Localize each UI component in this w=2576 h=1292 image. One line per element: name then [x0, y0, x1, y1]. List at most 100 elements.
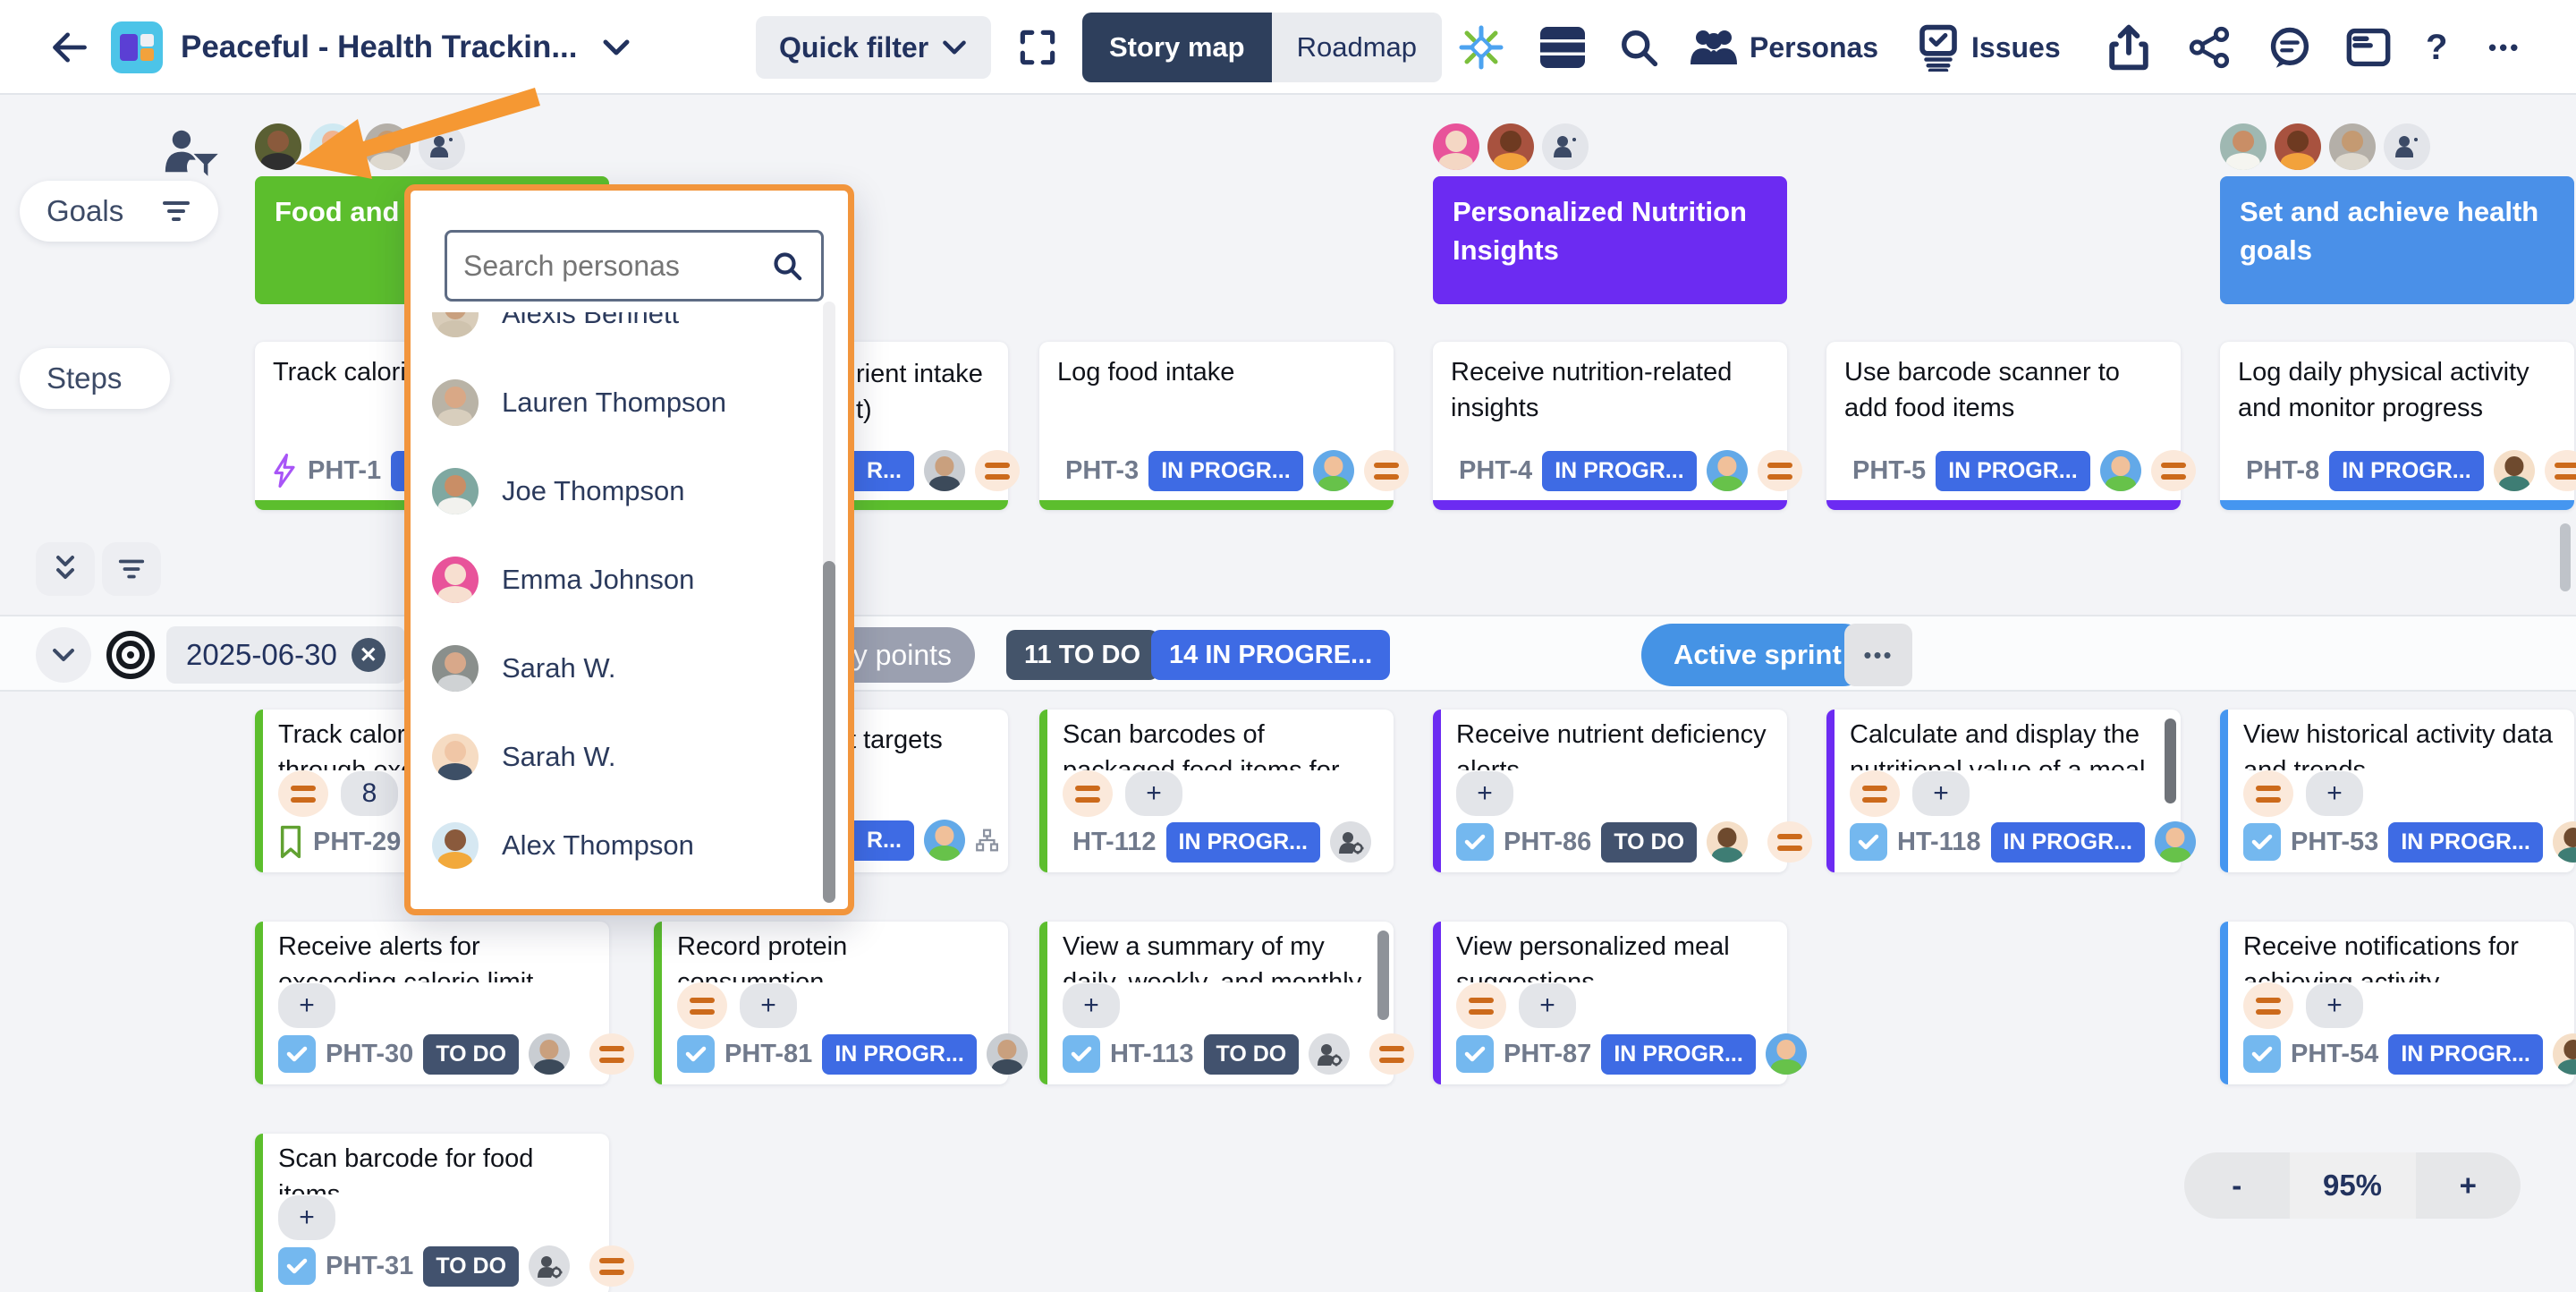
export-button[interactable]	[2107, 0, 2150, 95]
add-persona-button[interactable]	[2384, 123, 2430, 170]
story-card[interactable]: Scan barcode for food items + PHT-31 TO …	[255, 1134, 609, 1292]
story-card[interactable]: Receive nutrient deficiency alerts + PHT…	[1433, 710, 1787, 872]
persona-option[interactable]: Alex Thompson	[432, 801, 808, 889]
add-chip[interactable]: +	[1456, 771, 1513, 816]
tab-roadmap[interactable]: Roadmap	[1272, 13, 1442, 82]
add-chip[interactable]: +	[740, 983, 797, 1028]
tab-story-map[interactable]: Story map	[1082, 13, 1272, 82]
assignee-avatar[interactable]	[2155, 821, 2196, 863]
persona-option[interactable]: Sarah W.	[432, 624, 808, 712]
status-badge[interactable]: R...	[854, 451, 914, 491]
persona-search-input[interactable]	[463, 250, 760, 283]
card-scrollbar[interactable]	[2165, 718, 2176, 803]
story-points-chip[interactable]: 8	[341, 771, 398, 816]
persona-option[interactable]: Joe Thompson	[432, 446, 808, 535]
add-chip[interactable]: +	[1912, 771, 1970, 816]
fullscreen-button[interactable]	[1015, 0, 1060, 95]
status-badge[interactable]: IN PROGR...	[2388, 1034, 2542, 1075]
add-persona-button[interactable]	[1542, 123, 1589, 170]
status-badge[interactable]: IN PROGR...	[1542, 451, 1696, 491]
add-chip[interactable]: +	[278, 1195, 335, 1240]
persona-assign-icon[interactable]	[1330, 821, 1371, 863]
persona-option[interactable]: Emma Johnson	[432, 535, 808, 624]
status-badge[interactable]: TO DO	[1204, 1034, 1300, 1075]
payments-button[interactable]	[2345, 0, 2392, 95]
active-sprint-button[interactable]: Active sprint	[1641, 624, 1874, 686]
status-badge[interactable]: IN PROGR...	[1936, 451, 2089, 491]
sprint-more-button[interactable]: •••	[1844, 624, 1912, 686]
search-button[interactable]	[1615, 0, 1662, 95]
story-card[interactable]: Scan barcodes of packaged food items for…	[1039, 710, 1394, 872]
back-button[interactable]	[47, 0, 93, 95]
assignee-avatar[interactable]	[987, 1033, 1028, 1075]
persona-assign-icon[interactable]	[1309, 1033, 1350, 1075]
avatar[interactable]	[1433, 123, 1479, 170]
step-card[interactable]: Use barcode scanner to add food items PH…	[1826, 342, 2181, 510]
assignee-avatar[interactable]	[2494, 450, 2535, 491]
popup-scrollbar-thumb[interactable]	[823, 561, 835, 903]
step-card[interactable]: Receive nutrition-related insights PHT-4…	[1433, 342, 1787, 510]
issues-button[interactable]: Issues	[1916, 0, 2061, 95]
card-scrollbar[interactable]	[1377, 931, 1389, 1020]
goal-card[interactable]: Set and achieve health goals	[2220, 176, 2574, 304]
share-button[interactable]	[2188, 0, 2233, 95]
persona-search[interactable]	[445, 230, 824, 302]
add-chip[interactable]: +	[2306, 983, 2363, 1028]
zoom-out-button[interactable]: -	[2184, 1152, 2290, 1219]
help-button[interactable]: ?	[2426, 0, 2447, 95]
persona-assign-icon[interactable]	[529, 1245, 570, 1287]
persona-option[interactable]: Sarah W.	[432, 712, 808, 801]
status-badge[interactable]: IN PROGR...	[1991, 822, 2145, 863]
steps-row-label[interactable]: Steps	[20, 348, 170, 409]
clear-date-icon[interactable]: ✕	[352, 638, 386, 672]
filter-button[interactable]	[102, 542, 161, 596]
quick-filter-button[interactable]: Quick filter	[756, 0, 991, 95]
story-card[interactable]: View a summary of my daily, weekly, and …	[1039, 922, 1394, 1084]
status-badge[interactable]: IN PROGR...	[2388, 822, 2542, 863]
step-card[interactable]: Log daily physical activity and monitor …	[2220, 342, 2574, 510]
add-chip[interactable]: +	[1063, 983, 1120, 1028]
add-chip[interactable]: +	[2306, 771, 2363, 816]
assignee-avatar[interactable]	[2553, 1033, 2576, 1075]
sprint-collapse-button[interactable]	[36, 627, 91, 683]
status-badge[interactable]: IN PROGR...	[1601, 1034, 1755, 1075]
ai-sparkle-button[interactable]	[1456, 0, 1506, 95]
add-chip[interactable]: +	[1519, 983, 1576, 1028]
avatar[interactable]	[2220, 123, 2267, 170]
story-card[interactable]: Receive notifications for achieving acti…	[2220, 922, 2574, 1084]
assignee-avatar[interactable]	[1766, 1033, 1807, 1075]
avatar[interactable]	[2275, 123, 2321, 170]
more-menu-button[interactable]: •••	[2488, 0, 2521, 95]
assignee-avatar[interactable]	[2553, 821, 2576, 863]
add-chip[interactable]: +	[1125, 771, 1182, 816]
story-card[interactable]: Record protein consumption + PHT-81 IN P…	[654, 922, 1008, 1084]
sprint-goal-icon[interactable]	[106, 630, 156, 680]
assignee-avatar[interactable]	[924, 450, 965, 491]
add-chip[interactable]: +	[278, 983, 335, 1028]
assignee-avatar[interactable]	[1313, 450, 1354, 491]
persona-option[interactable]: Alexis Bennett	[432, 312, 808, 358]
assignee-avatar[interactable]	[1707, 450, 1748, 491]
assignee-avatar[interactable]	[2100, 450, 2141, 491]
status-badge[interactable]: IN PROGR...	[822, 1034, 976, 1075]
board-scrollbar[interactable]	[2560, 523, 2571, 591]
step-card[interactable]: Log food intake PHT-3 IN PROGR...	[1039, 342, 1394, 510]
assignee-avatar[interactable]	[1707, 821, 1748, 863]
assignee-avatar[interactable]	[924, 820, 965, 861]
story-card[interactable]: Receive alerts for exceeding calorie lim…	[255, 922, 609, 1084]
status-badge[interactable]: TO DO	[1601, 822, 1697, 863]
story-card[interactable]: View historical activity data and trends…	[2220, 710, 2574, 872]
status-badge[interactable]: TO DO	[423, 1034, 519, 1075]
zoom-in-button[interactable]: +	[2416, 1152, 2521, 1219]
persona-option[interactable]: Lauren Thompson	[432, 358, 808, 446]
status-badge[interactable]: IN PROGR...	[2329, 451, 2483, 491]
goal-card[interactable]: Personalized Nutrition Insights	[1433, 176, 1787, 304]
status-badge[interactable]: TO DO	[423, 1246, 519, 1287]
backlog-panel-button[interactable]	[1540, 0, 1585, 95]
status-badge[interactable]: R...	[854, 820, 914, 861]
personas-button[interactable]: Personas	[1689, 0, 1878, 95]
collapse-all-button[interactable]	[36, 542, 95, 596]
story-card[interactable]: Calculate and display the nutritional va…	[1826, 710, 2181, 872]
avatar[interactable]	[1487, 123, 1534, 170]
avatar[interactable]	[2329, 123, 2376, 170]
